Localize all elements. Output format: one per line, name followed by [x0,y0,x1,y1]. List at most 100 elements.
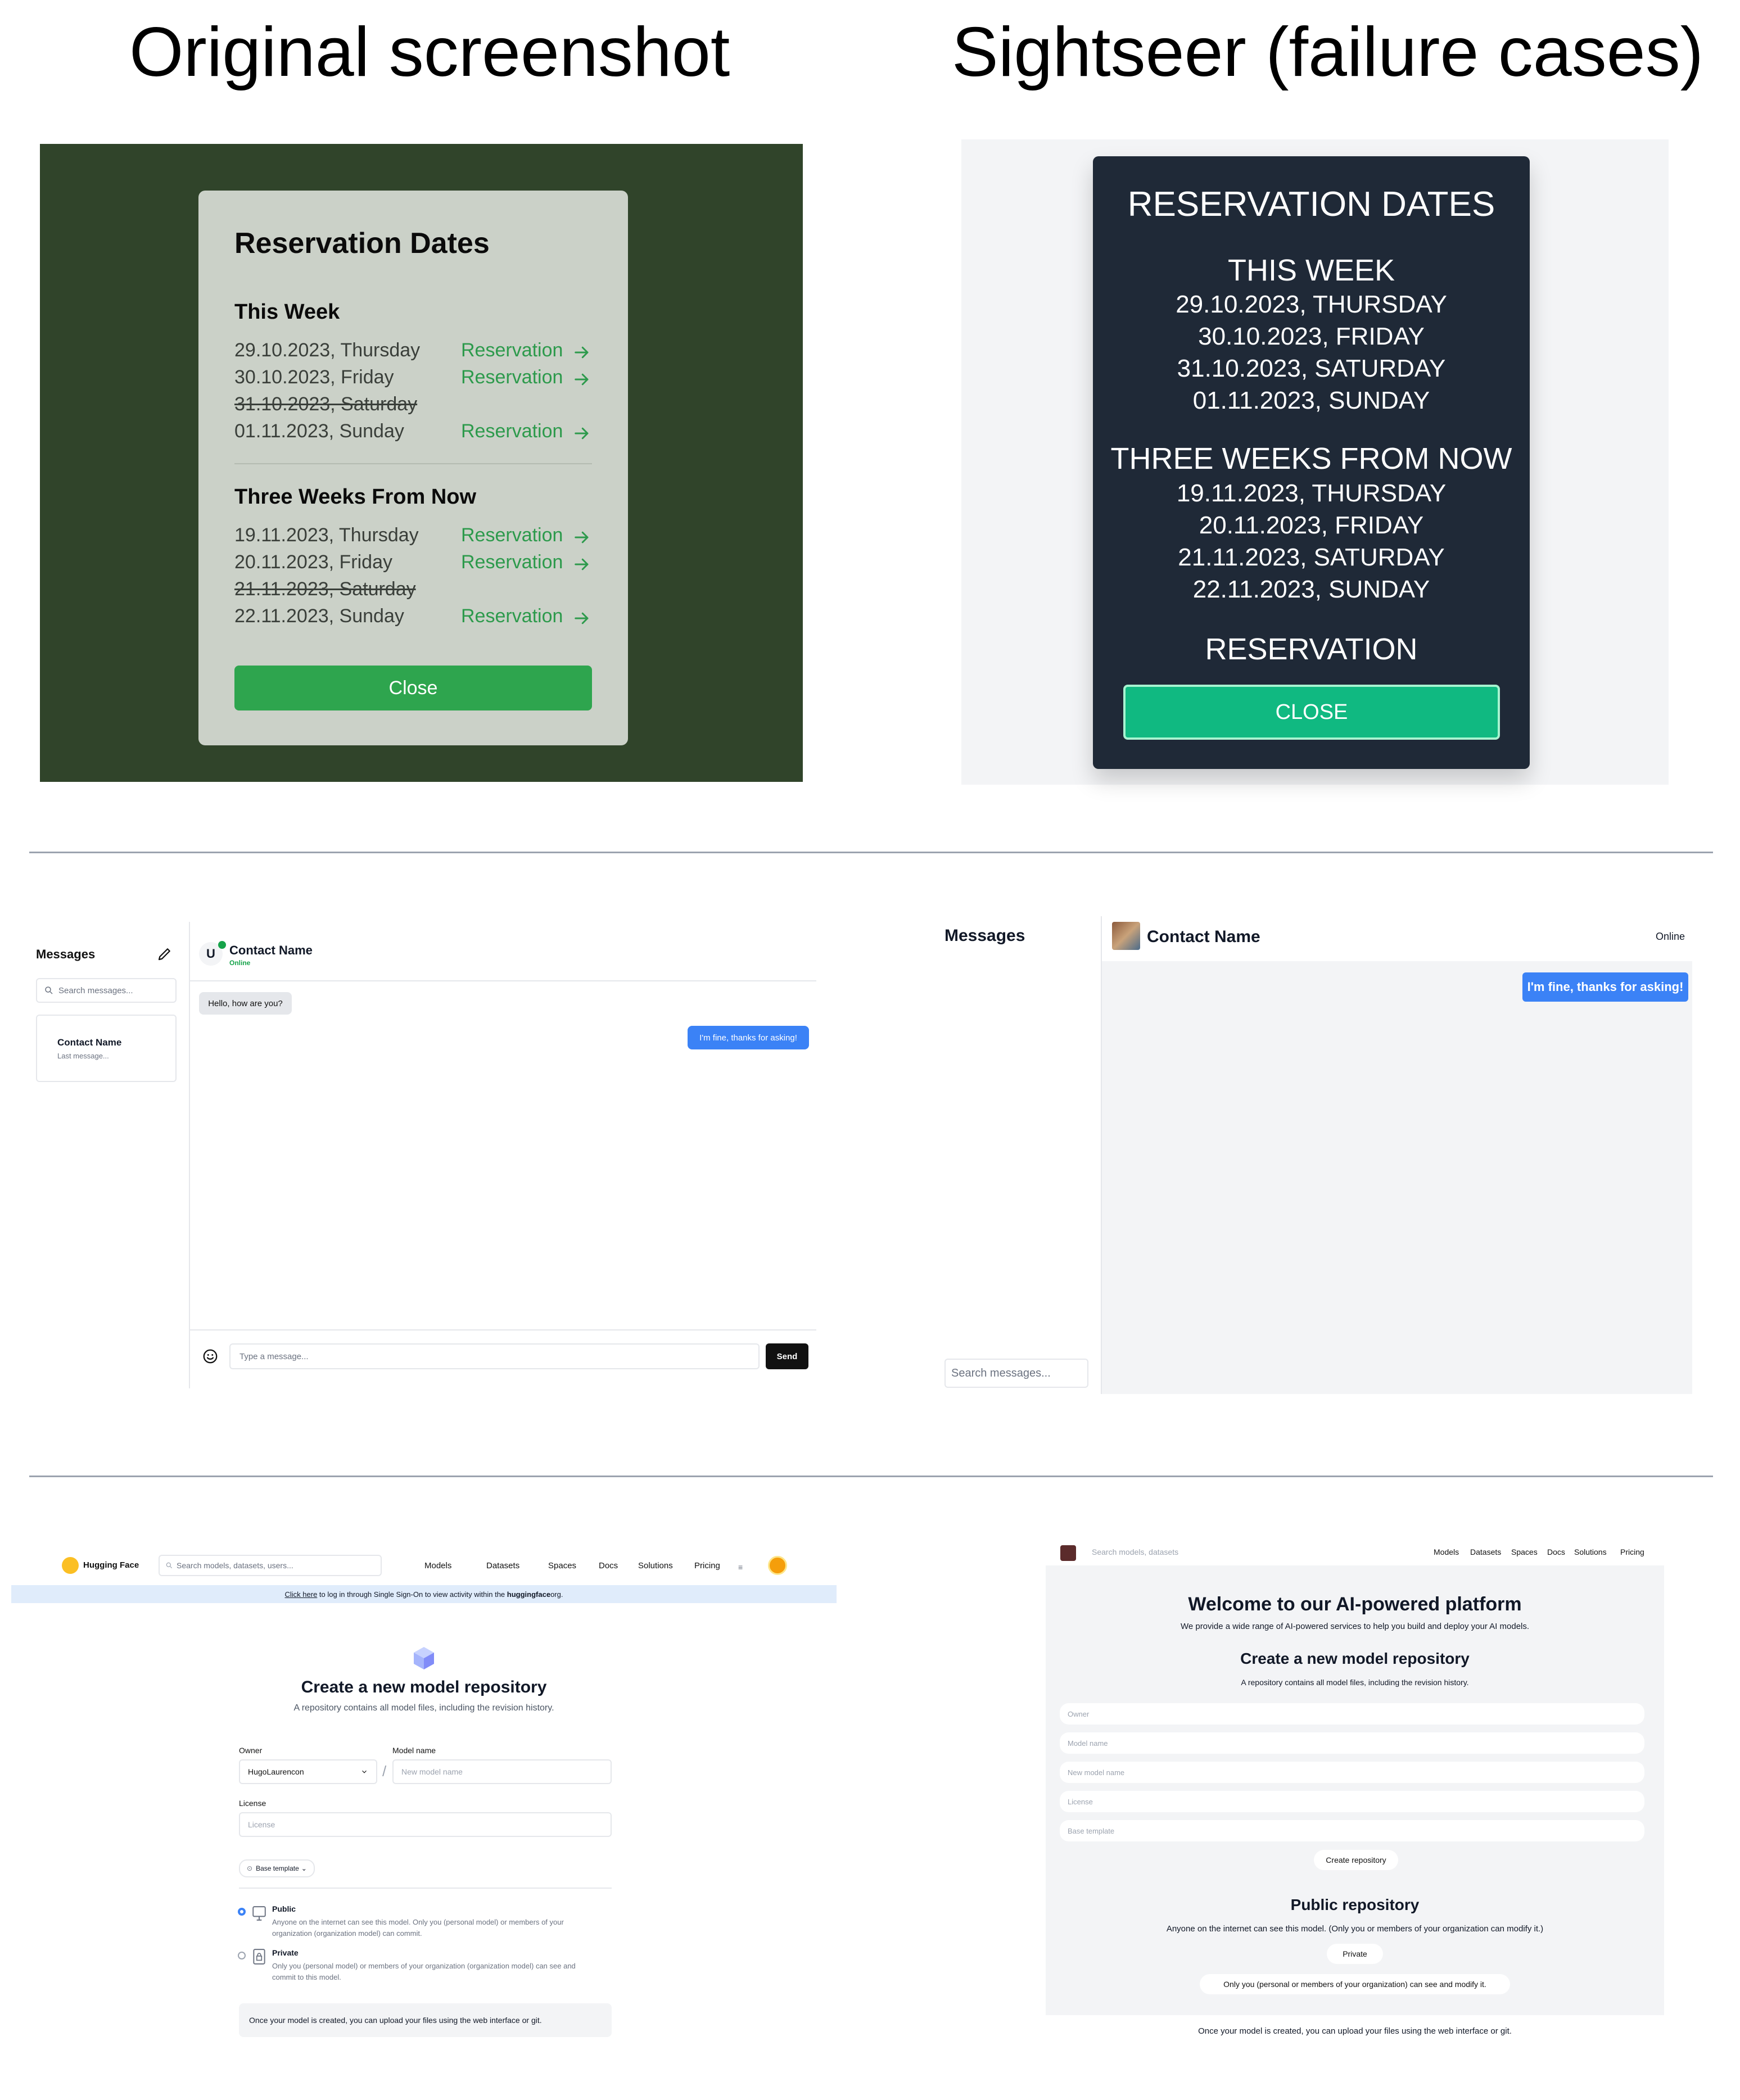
sightseer-outgoing-message: I'm fine, thanks for asking! [1522,972,1688,1002]
visibility-divider [239,1888,612,1889]
sightseer-main-panel: Welcome to our AI-powered platform We pr… [1046,1565,1664,2015]
model-name-label: Model name [392,1746,436,1755]
sidebar-divider [189,922,190,1388]
sightseer-search-placeholder[interactable]: Search models, datasets [1092,1547,1178,1556]
sightseer-date: 22.11.2023, SUNDAY [1192,576,1430,603]
brand-name[interactable]: Hugging Face [83,1560,139,1570]
nav-docs[interactable]: Docs [599,1561,618,1571]
chat-header-name: Contact Name [229,943,313,957]
arrow-right-icon[interactable] [573,425,590,442]
create-repository-button[interactable]: Create repository [1314,1850,1398,1870]
base-template-button[interactable]: ⊙ Base template ⌄ [239,1859,315,1877]
composer-divider [190,1329,816,1330]
chat-status: Online [229,959,251,967]
license-field[interactable]: License [1060,1791,1644,1812]
sightseer-card: RESERVATION DATES THIS WEEK 29.10.2023, … [1093,156,1530,769]
reservation-link[interactable]: Reservation [461,420,563,442]
sightseer-date: 19.11.2023, THURSDAY [1176,479,1447,507]
public-desc: Anyone on the internet can see this mode… [1166,1924,1544,1934]
nav-solutions[interactable]: Solutions [1574,1547,1607,1556]
sso-link[interactable]: Click here [285,1590,318,1599]
send-button[interactable]: Send [766,1343,808,1369]
public-radio[interactable] [238,1908,246,1916]
section-divider [29,1476,1713,1477]
license-placeholder: License [248,1820,275,1829]
reservation-link[interactable]: Reservation [461,551,563,573]
nav-spaces[interactable]: Spaces [1511,1547,1538,1556]
base-template-field[interactable]: Base template [1060,1820,1644,1841]
arrow-right-icon[interactable] [573,556,590,573]
menu-icon[interactable]: ≡ [738,1563,743,1572]
message-input[interactable]: Type a message... [229,1343,760,1369]
date-text: 22.11.2023, Sunday [234,605,404,627]
sightseer-reservation: RESERVATION [1205,632,1418,666]
sightseer-date: 29.10.2023, THURSDAY [1176,291,1447,318]
pencil-icon[interactable] [156,945,173,962]
incoming-message: Hello, how are you? [199,992,292,1015]
nav-datasets[interactable]: Datasets [486,1561,519,1571]
date-text: 19.11.2023, Thursday [234,524,419,546]
welcome-sub: We provide a wide range of AI-powered se… [1180,1622,1530,1631]
search-input[interactable]: Search messages... [36,978,177,1003]
slash-separator: / [382,1763,387,1780]
avatar-initial: U [206,947,215,961]
sightseer-contact-name: Contact Name [1147,927,1260,946]
week2-list: 19.11.2023, Thursday Reservation 20.11.2… [234,524,594,637]
reservation-title: Reservation Dates [234,227,490,260]
week1-list: 29.10.2023, Thursday Reservation 30.10.2… [234,340,594,452]
search-placeholder: Search messages... [58,985,133,995]
reservation-link[interactable]: Reservation [461,605,563,627]
nav-solutions[interactable]: Solutions [638,1561,673,1571]
private-button[interactable]: Private [1327,1944,1383,1964]
new-model-name-field[interactable]: New model name [1060,1762,1644,1783]
banner-org[interactable]: huggingface [507,1590,550,1599]
arrow-right-icon[interactable] [573,610,590,627]
arrow-right-icon[interactable] [573,344,590,361]
nav-pricing[interactable]: Pricing [1620,1547,1644,1556]
messaging-sightseer: Messages Contact Name Online I'm fine, t… [944,911,1698,1400]
reservation-link[interactable]: Reservation [461,366,563,388]
arrow-right-icon[interactable] [573,529,590,546]
lock-icon [253,1949,265,1965]
close-button[interactable]: Close [234,666,592,710]
sightseer-three-weeks: THREE WEEKS FROM NOW [1110,442,1512,476]
private-radio[interactable] [238,1952,246,1959]
contact-name: Contact Name [57,1037,122,1048]
nav-pricing[interactable]: Pricing [694,1561,720,1571]
nav-docs[interactable]: Docs [1547,1547,1565,1556]
hf-heading: Create a new model repository [301,1678,547,1696]
owner-select[interactable]: HugoLaurencon [239,1759,377,1784]
license-input[interactable]: License [239,1812,612,1837]
date-text: 29.10.2023, Thursday [234,340,421,361]
sightseer-search-input[interactable]: Search messages... [944,1359,1088,1388]
reservation-sightseer-background: RESERVATION DATES THIS WEEK 29.10.2023, … [961,139,1669,785]
reservation-link[interactable]: Reservation [461,524,563,546]
sightseer-date: 21.11.2023, SATURDAY [1178,544,1445,571]
private-description: Only you (personal model) or members of … [272,1962,576,1981]
sightseer-footer-note: Once your model is created, you can uplo… [1198,2026,1512,2036]
hf-search-input[interactable]: Search models, datasets, users... [159,1555,382,1576]
reservation-link[interactable]: Reservation [461,340,563,361]
header-sightseer: Sightseer (failure cases) [952,13,1703,91]
owner-value: HugoLaurencon [248,1767,304,1776]
date-text: 31.10.2023, Saturday [234,393,418,415]
nav-datasets[interactable]: Datasets [1470,1547,1501,1556]
private-desc: Only you (personal or members of your or… [1200,1974,1510,1994]
date-row: 30.10.2023, Friday Reservation [234,366,594,393]
emoji-icon[interactable] [202,1348,219,1365]
header-divider [190,980,816,981]
nav-models[interactable]: Models [1434,1547,1459,1556]
nav-spaces[interactable]: Spaces [548,1561,576,1571]
nav-models[interactable]: Models [424,1561,451,1571]
user-avatar[interactable] [768,1556,787,1575]
arrow-right-icon[interactable] [573,371,590,388]
contact-list-item[interactable]: Contact Name Last message... [36,1015,177,1082]
logo-icon [1060,1545,1076,1561]
model-name-field[interactable]: Model name [1060,1732,1644,1754]
sightseer-date: 01.11.2023, SUNDAY [1192,387,1430,414]
public-icon [252,1906,266,1921]
owner-field[interactable]: Owner [1060,1703,1644,1725]
model-name-input[interactable]: New model name [392,1759,612,1784]
sightseer-close-button[interactable]: CLOSE [1123,685,1500,740]
search-icon [166,1562,173,1569]
